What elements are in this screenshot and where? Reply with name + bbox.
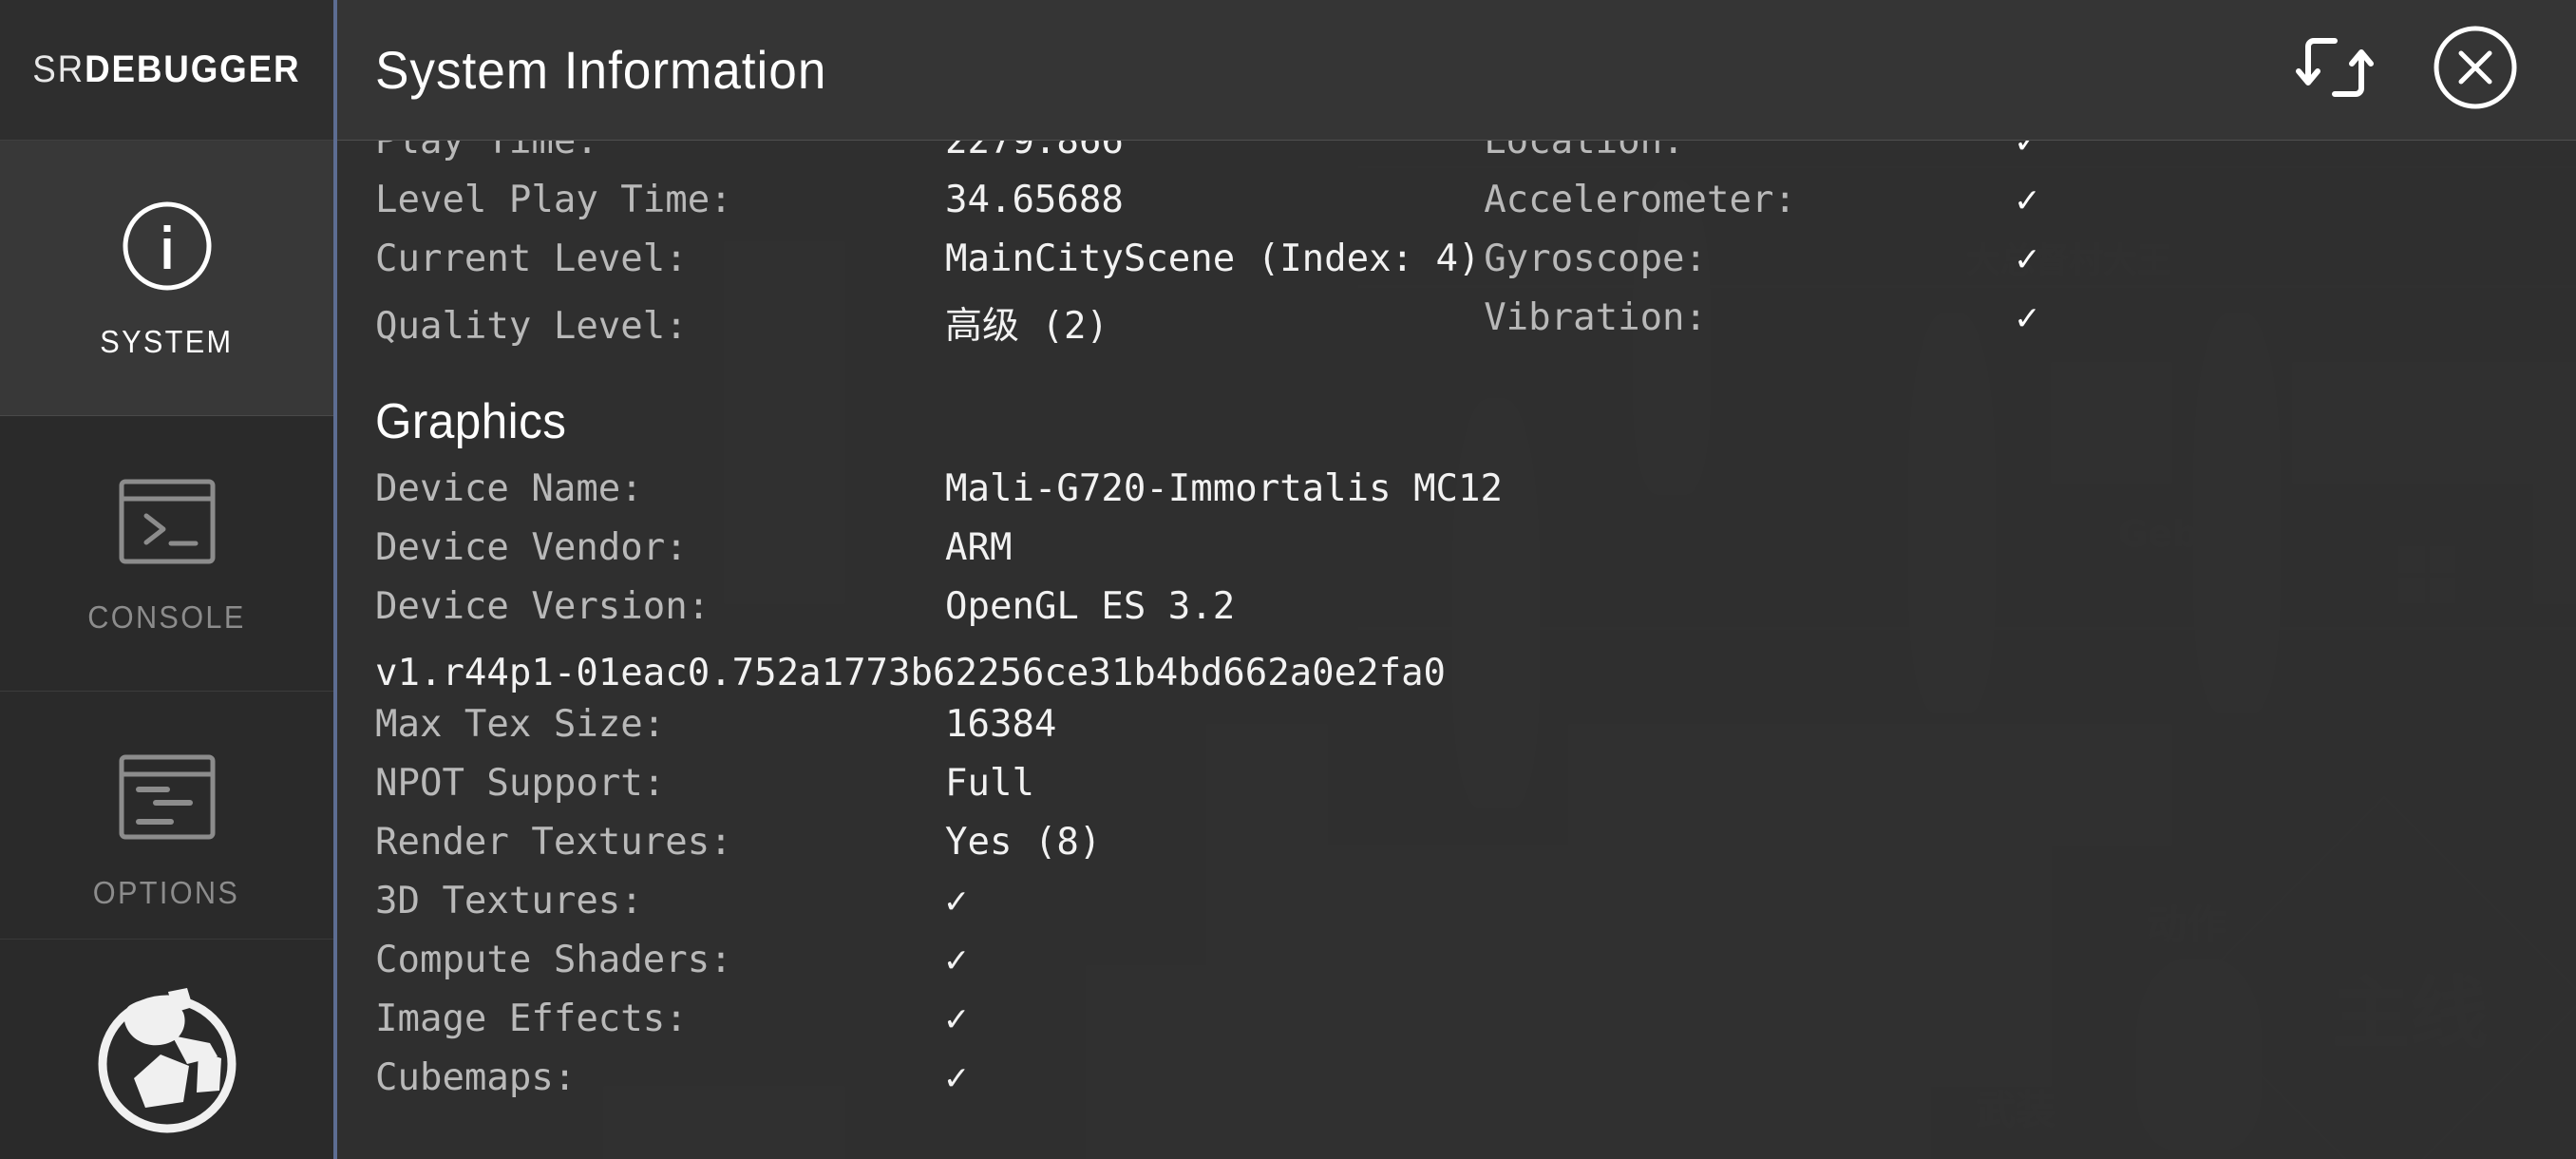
info-row-key: Vibration:: [1484, 296, 1708, 339]
info-row: Vibration: ✓: [1484, 296, 2538, 355]
info-row-value: ✓: [2016, 141, 2038, 162]
sidebar-item-system[interactable]: SYSTEM: [0, 141, 333, 416]
runtime-info-column: Play Time: 2279.866 Level Play Time: 34.656…: [375, 141, 1484, 355]
info-row: Location: ✓: [1484, 141, 2538, 179]
info-row-key: Device Version:: [375, 585, 710, 628]
info-row: Cubemaps: ✓: [375, 1056, 2538, 1115]
game-mascot-logo: [0, 939, 333, 1159]
info-row: Gyroscope: ✓: [1484, 238, 2538, 296]
info-row-value: ✓: [2016, 179, 2038, 221]
device-features-column: Location: ✓ Accelerometer: ✓ Gyroscope: ✓ Vibr…: [1484, 141, 2538, 355]
info-row-key: Device Vendor:: [375, 526, 688, 569]
terminal-icon: [118, 472, 217, 571]
info-circle-icon: [118, 197, 217, 295]
info-row-value: 高级 (2): [945, 305, 1108, 348]
info-row: Quality Level: 高级 (2): [375, 296, 1484, 355]
info-row: Device Version: OpenGL ES 3.2: [375, 585, 2538, 644]
info-row: Image Effects: ✓: [375, 998, 2538, 1056]
info-row-value: ✓: [2016, 296, 2038, 339]
info-row-key: 3D Textures:: [375, 880, 643, 922]
info-row-key: Level Play Time:: [375, 179, 732, 221]
refresh-button[interactable]: [2289, 25, 2380, 116]
info-row-value: ✓: [945, 998, 968, 1040]
info-row-key: Gyroscope:: [1484, 238, 1708, 280]
info-row-continuation: v1.r44p1-01eac0.752a1773b62256ce31b4bd66…: [375, 652, 1447, 694]
close-circle-icon: [2432, 24, 2519, 116]
sidebar: SRDEBUGGER SYSTEM CONSOLE OPTIONS: [0, 0, 337, 1159]
info-row-key: Max Tex Size:: [375, 703, 666, 746]
close-button[interactable]: [2430, 25, 2521, 116]
info-row-value: 2279.866: [945, 141, 1124, 162]
info-row: Level Play Time: 34.65688: [375, 179, 1484, 238]
info-row-value: ARM: [945, 526, 1013, 569]
main-panel: System Information Play Time: 2279.866 L…: [337, 0, 2576, 1159]
info-row-value: Full: [945, 762, 1034, 805]
info-row: Device Vendor: ARM: [375, 526, 2538, 585]
info-row-key: Location:: [1484, 141, 1685, 162]
app-logo: SRDEBUGGER: [0, 0, 333, 141]
sidebar-nav: SYSTEM CONSOLE OPTIONS: [0, 141, 333, 939]
info-row-key: Quality Level:: [375, 305, 688, 348]
sidebar-item-console[interactable]: CONSOLE: [0, 416, 333, 692]
info-row: Play Time: 2279.866: [375, 141, 1484, 179]
info-row: Accelerometer: ✓: [1484, 179, 2538, 238]
info-row-value: ✓: [2016, 238, 2038, 280]
info-row-key: Compute Shaders:: [375, 939, 732, 981]
system-info-scroll-area[interactable]: Play Time: 2279.866 Level Play Time: 34.656…: [337, 141, 2576, 1159]
info-row: NPOT Support: Full: [375, 762, 2538, 821]
info-row-value: 16384: [945, 703, 1057, 746]
info-row-value: OpenGL ES 3.2: [945, 585, 1236, 628]
srdebugger-window: 大总督村大王Gebirge动作武装装备主线 SRDEBUGGER SYSTEM: [0, 0, 2576, 1159]
titlebar-actions: [2289, 25, 2521, 116]
app-logo-debugger: DEBUGGER: [85, 48, 301, 90]
options-icon: [118, 748, 217, 846]
info-row-key: Render Textures:: [375, 821, 732, 864]
info-row-value: MainCityScene (Index: 4): [945, 238, 1481, 280]
info-row-value: Yes (8): [945, 821, 1102, 864]
section-heading-graphics: Graphics: [375, 394, 567, 449]
info-row: Compute Shaders: ✓: [375, 939, 2538, 998]
graphics-info-list: Device Name: Mali-G720-Immortalis MC12 Dev…: [375, 467, 2538, 1115]
sidebar-item-label-console: CONSOLE: [87, 598, 246, 635]
info-row-key: Play Time:: [375, 141, 598, 162]
info-row-value: 34.65688: [945, 179, 1124, 221]
page-title: System Information: [375, 40, 827, 100]
system-info-content: Play Time: 2279.866 Level Play Time: 34.656…: [337, 141, 2576, 1115]
top-info-grid: Play Time: 2279.866 Level Play Time: 34.656…: [375, 141, 2538, 355]
info-row-key: Image Effects:: [375, 998, 688, 1040]
info-row-value: ✓: [945, 939, 968, 981]
info-row-key: Current Level:: [375, 238, 688, 280]
info-row-value: Mali-G720-Immortalis MC12: [945, 467, 1503, 510]
info-row: Max Tex Size: 16384: [375, 703, 2538, 762]
app-logo-sr: SR: [32, 48, 85, 90]
sidebar-item-label-system: SYSTEM: [100, 323, 234, 359]
info-row-key: Accelerometer:: [1484, 179, 1796, 221]
info-row-key: Device Name:: [375, 467, 643, 510]
sidebar-item-options[interactable]: OPTIONS: [0, 692, 333, 939]
info-row-value: ✓: [945, 880, 968, 922]
info-row: Device Name: Mali-G720-Immortalis MC12: [375, 467, 2538, 526]
titlebar: System Information: [337, 0, 2576, 141]
info-row: Render Textures: Yes (8): [375, 821, 2538, 880]
info-row: 3D Textures: ✓: [375, 880, 2538, 939]
info-row-key: NPOT Support:: [375, 762, 666, 805]
info-row: Current Level: MainCityScene (Index: 4): [375, 238, 1484, 296]
refresh-icon: [2295, 28, 2375, 112]
info-row-key: Cubemaps:: [375, 1056, 577, 1099]
sidebar-item-label-options: OPTIONS: [93, 874, 240, 910]
info-row-value: ✓: [945, 1056, 968, 1099]
